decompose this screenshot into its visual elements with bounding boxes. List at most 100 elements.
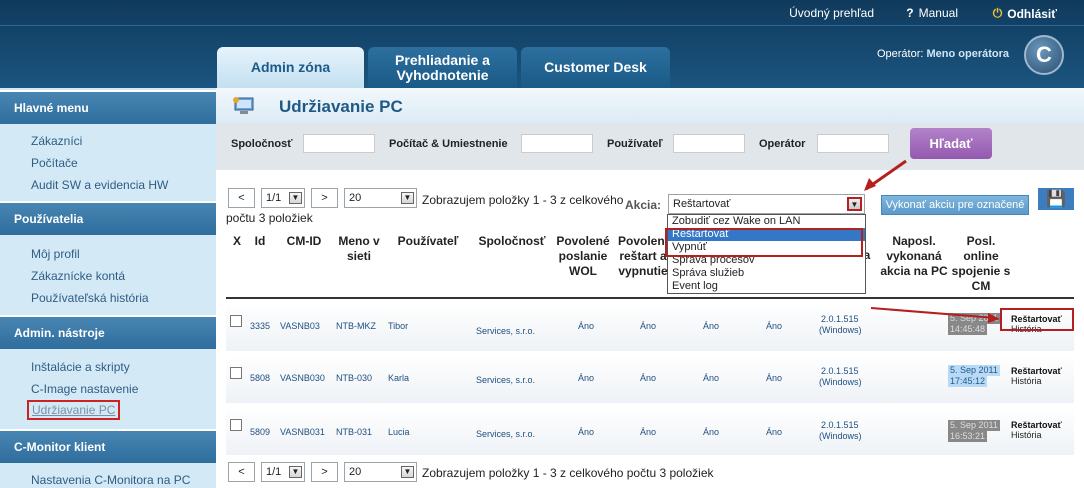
computer-icon <box>233 97 254 114</box>
history-link[interactable]: História <box>1011 376 1042 386</box>
cell-date: 5. Sep 2011 <box>948 420 1000 431</box>
col-header-last-online: Posl. online spojenie s CM <box>951 234 1011 293</box>
cell-actions: Reštartovať História <box>1011 366 1062 386</box>
tab-browse-evaluation[interactable]: Prehliadanie a Vyhodnotenie <box>368 47 517 88</box>
next-page-button[interactable]: > <box>311 188 338 208</box>
cell-c1: Áno <box>703 321 720 331</box>
sidebar-item-customer-accounts[interactable]: Zákaznícke kontá <box>31 269 125 283</box>
col-header-user[interactable]: Používateľ <box>388 234 468 249</box>
manual-link[interactable]: ? Manual <box>906 6 958 20</box>
brand-logo: C <box>1024 35 1064 75</box>
chevron-down-icon: ▼ <box>289 192 302 204</box>
prev-page-button-bottom[interactable]: < <box>228 462 255 482</box>
cell-wol: Áno <box>578 427 595 437</box>
prev-page-button[interactable]: < <box>228 188 255 208</box>
cell-wol: Áno <box>578 321 595 331</box>
home-link[interactable]: Úvodný prehľad <box>789 6 874 20</box>
action-select-value: Reštartovať <box>673 198 731 210</box>
sidebar-item-cmonitor-settings[interactable]: Nastavenia C-Monitora na PC <box>31 473 190 487</box>
execute-action-button[interactable]: Vykonať akciu pre označené <box>881 195 1029 215</box>
sidebar-item-pc-maintenance[interactable]: Udržiavanie PC <box>27 400 121 420</box>
cell-c2: Áno <box>766 321 783 331</box>
cell-cmid[interactable]: VASNB031 <box>280 427 325 437</box>
col-header-last-action: Naposl. vykonaná akcia na PC <box>880 234 948 278</box>
cell-c2: Áno <box>766 427 783 437</box>
cell-user: Tibor <box>388 321 409 331</box>
cell-name[interactable]: NTB-030 <box>336 373 372 383</box>
filter-operator-input[interactable] <box>817 134 889 153</box>
cell-c1: Áno <box>703 427 720 437</box>
restart-link[interactable]: Reštartovať <box>1011 366 1062 376</box>
cell-cmid[interactable]: VASNB030 <box>280 373 325 383</box>
col-header-wol: Povolené poslanie WOL <box>556 234 610 278</box>
col-header-cmid[interactable]: CM-ID <box>279 234 329 249</box>
page-select-bottom[interactable]: 1/1 ▼ <box>261 462 305 482</box>
pager-info-continued: počtu 3 položiek <box>226 211 313 225</box>
cell-company: Services, s.r.o. <box>476 429 536 439</box>
search-button[interactable]: Hľadať <box>910 128 992 159</box>
save-button[interactable]: 💾 <box>1038 188 1074 210</box>
table-row: 5808 VASNB030 NTB-030 Karla Services, s.… <box>226 355 1074 403</box>
cell-id: 3335 <box>250 321 271 331</box>
tab-admin-zone[interactable]: Admin zóna <box>217 47 364 88</box>
chevron-down-icon: ▼ <box>401 466 414 478</box>
col-header-name[interactable]: Meno v sieti <box>334 234 384 264</box>
page-size-value: 20 <box>349 192 362 204</box>
cell-restart: Áno <box>640 321 657 331</box>
tab-customer-desk[interactable]: Customer Desk <box>521 47 670 88</box>
sidebar-item-profile[interactable]: Môj profil <box>31 247 80 261</box>
filter-user-input[interactable] <box>673 134 745 153</box>
sidebar-item-user-history[interactable]: Používateľská história <box>31 291 149 305</box>
cell-company: Services, s.r.o. <box>476 375 536 385</box>
row-checkbox[interactable] <box>230 419 242 431</box>
filter-computer-input[interactable] <box>521 134 593 153</box>
page-titlebar: Udržiavanie PC <box>216 88 1084 123</box>
history-link[interactable]: História <box>1011 430 1042 440</box>
col-header-company[interactable]: Spoločnosť <box>474 234 550 249</box>
cell-os: (Windows) <box>819 377 862 387</box>
page-size-select-bottom[interactable]: 20 ▼ <box>344 462 417 482</box>
page-title: Udržiavanie PC <box>279 97 403 116</box>
cell-actions: Reštartovať História <box>1011 420 1062 440</box>
question-icon: ? <box>906 6 914 20</box>
sidebar-item-computers[interactable]: Počítače <box>31 156 78 170</box>
page-size-select[interactable]: 20 ▼ <box>344 188 417 208</box>
sidebar-item-audit[interactable]: Audit SW a evidencia HW <box>31 178 168 192</box>
filter-company-input[interactable] <box>303 134 375 153</box>
top-header: Úvodný prehľad ? Manual ⏻ Odhlásiť Admin z… <box>0 0 1084 88</box>
cell-id: 5808 <box>250 373 271 383</box>
operator-name[interactable]: Meno operátora <box>926 48 1009 60</box>
cell-id: 5809 <box>250 427 271 437</box>
options-highlight-box <box>665 228 863 257</box>
sidebar-item-installations[interactable]: Inštalácie a skripty <box>31 360 130 374</box>
sidebar-section-main: Hlavné menu <box>0 90 216 124</box>
restart-link[interactable]: Reštartovať <box>1011 420 1062 430</box>
action-option-services[interactable]: Správa služieb <box>668 267 865 280</box>
cell-user: Karla <box>388 373 410 383</box>
floppy-disk-icon: 💾 <box>1046 191 1066 208</box>
cell-name[interactable]: NTB-031 <box>336 427 372 437</box>
filter-user-label: Používateľ <box>607 138 663 150</box>
pager-info: Zobrazujem položky 1 - 3 z celkového <box>422 193 624 207</box>
action-option-eventlog[interactable]: Event log <box>668 280 865 293</box>
sidebar-section-admin-tools: Admin. nástroje <box>0 315 216 349</box>
row-checkbox[interactable] <box>230 367 242 379</box>
sidebar-item-customers[interactable]: Zákazníci <box>31 134 82 148</box>
header-divider-line <box>226 297 1074 299</box>
col-header-x: X <box>232 234 241 248</box>
cell-name[interactable]: NTB-MKZ <box>336 321 376 331</box>
cell-cmid[interactable]: VASNB03 <box>280 321 320 331</box>
action-select[interactable]: Reštartovať ▼ <box>668 194 865 214</box>
sidebar-item-cimage[interactable]: C-Image nastavenie <box>31 382 138 396</box>
page-select-value: 1/1 <box>266 192 282 204</box>
next-page-button-bottom[interactable]: > <box>311 462 338 482</box>
logout-link[interactable]: ⏻ Odhlásiť <box>993 6 1057 21</box>
action-label: Akcia: <box>625 198 662 212</box>
header-divider <box>0 25 1084 26</box>
cell-time: 14:45:48 <box>948 324 988 335</box>
main-content: Udržiavanie PC Spoločnosť Počítač & Umie… <box>216 88 1084 488</box>
action-option-wol[interactable]: Zobudiť cez Wake on LAN <box>668 215 865 228</box>
page-select[interactable]: 1/1 ▼ <box>261 188 305 208</box>
chevron-down-icon: ▼ <box>847 197 862 211</box>
row-checkbox[interactable] <box>230 315 242 327</box>
